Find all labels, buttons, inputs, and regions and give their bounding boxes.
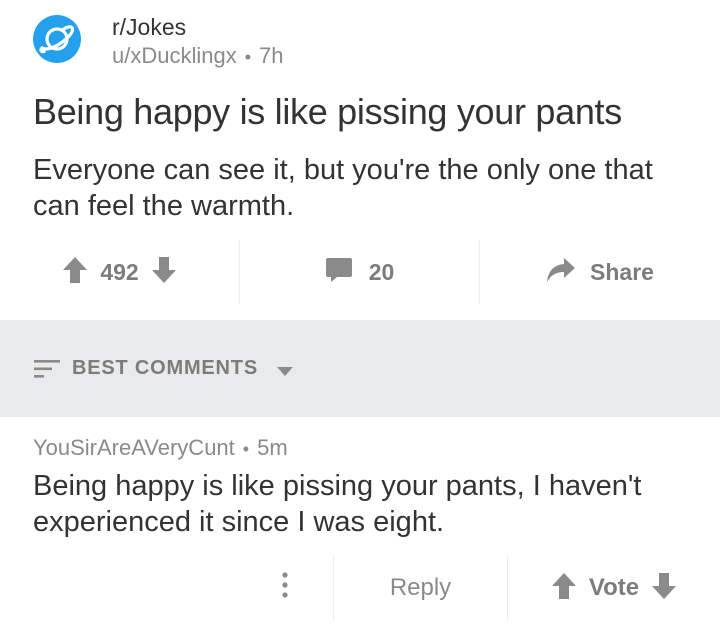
comment-meta: YouSirAreAVeryCunt • 5m: [33, 435, 288, 462]
comments-button[interactable]: 20: [240, 240, 479, 304]
comment-vote-control: Vote: [508, 555, 720, 621]
vote-label: Vote: [588, 574, 640, 601]
post-score: 492: [100, 258, 139, 285]
post-age: 7h: [259, 43, 284, 68]
post-action-bar: 492 20 Share: [0, 240, 720, 304]
comment-sort-bar[interactable]: BEST COMMENTS: [0, 320, 720, 417]
reply-button[interactable]: Reply: [334, 555, 507, 621]
post-meta: u/xDucklingx • 7h: [112, 43, 284, 70]
more-dots-icon: [281, 571, 289, 604]
comment-count: 20: [368, 258, 395, 285]
reply-label: Reply: [389, 574, 452, 601]
comment-author[interactable]: YouSirAreAVeryCunt: [33, 435, 235, 460]
sort-label[interactable]: BEST COMMENTS: [72, 356, 258, 380]
share-arrow-icon: [546, 257, 576, 288]
comment-body: Being happy is like pissing your pants, …: [33, 470, 642, 538]
comment-action-bar: Reply Vote: [0, 555, 720, 621]
upvote-arrow-icon[interactable]: [551, 572, 577, 605]
subreddit-name[interactable]: r/Jokes: [112, 14, 186, 40]
vote-control: 492: [0, 240, 239, 304]
comment-bubble-icon: [325, 256, 353, 289]
post-author[interactable]: u/xDucklingx: [112, 43, 237, 68]
downvote-arrow-icon[interactable]: [651, 572, 677, 605]
subreddit-planet-icon[interactable]: [33, 15, 81, 63]
downvote-arrow-icon[interactable]: [151, 256, 177, 289]
meta-separator: •: [242, 439, 250, 459]
more-options-button[interactable]: [250, 555, 320, 619]
post-header: r/Jokes u/xDucklingx • 7h: [33, 10, 693, 74]
meta-separator: •: [244, 47, 252, 67]
share-label: Share: [590, 258, 654, 285]
comment-age: 5m: [257, 435, 288, 460]
post-detail-page: r/Jokes u/xDucklingx • 7h Being happy is l…: [0, 0, 720, 639]
upvote-arrow-icon[interactable]: [62, 256, 88, 289]
post-body: Everyone can see it, but you're the only…: [33, 154, 653, 222]
share-button[interactable]: Share: [480, 240, 720, 304]
post-title: Being happy is like pissing your pants: [33, 91, 622, 132]
sort-lines-icon: [34, 358, 62, 385]
caret-down-icon[interactable]: [277, 364, 293, 382]
